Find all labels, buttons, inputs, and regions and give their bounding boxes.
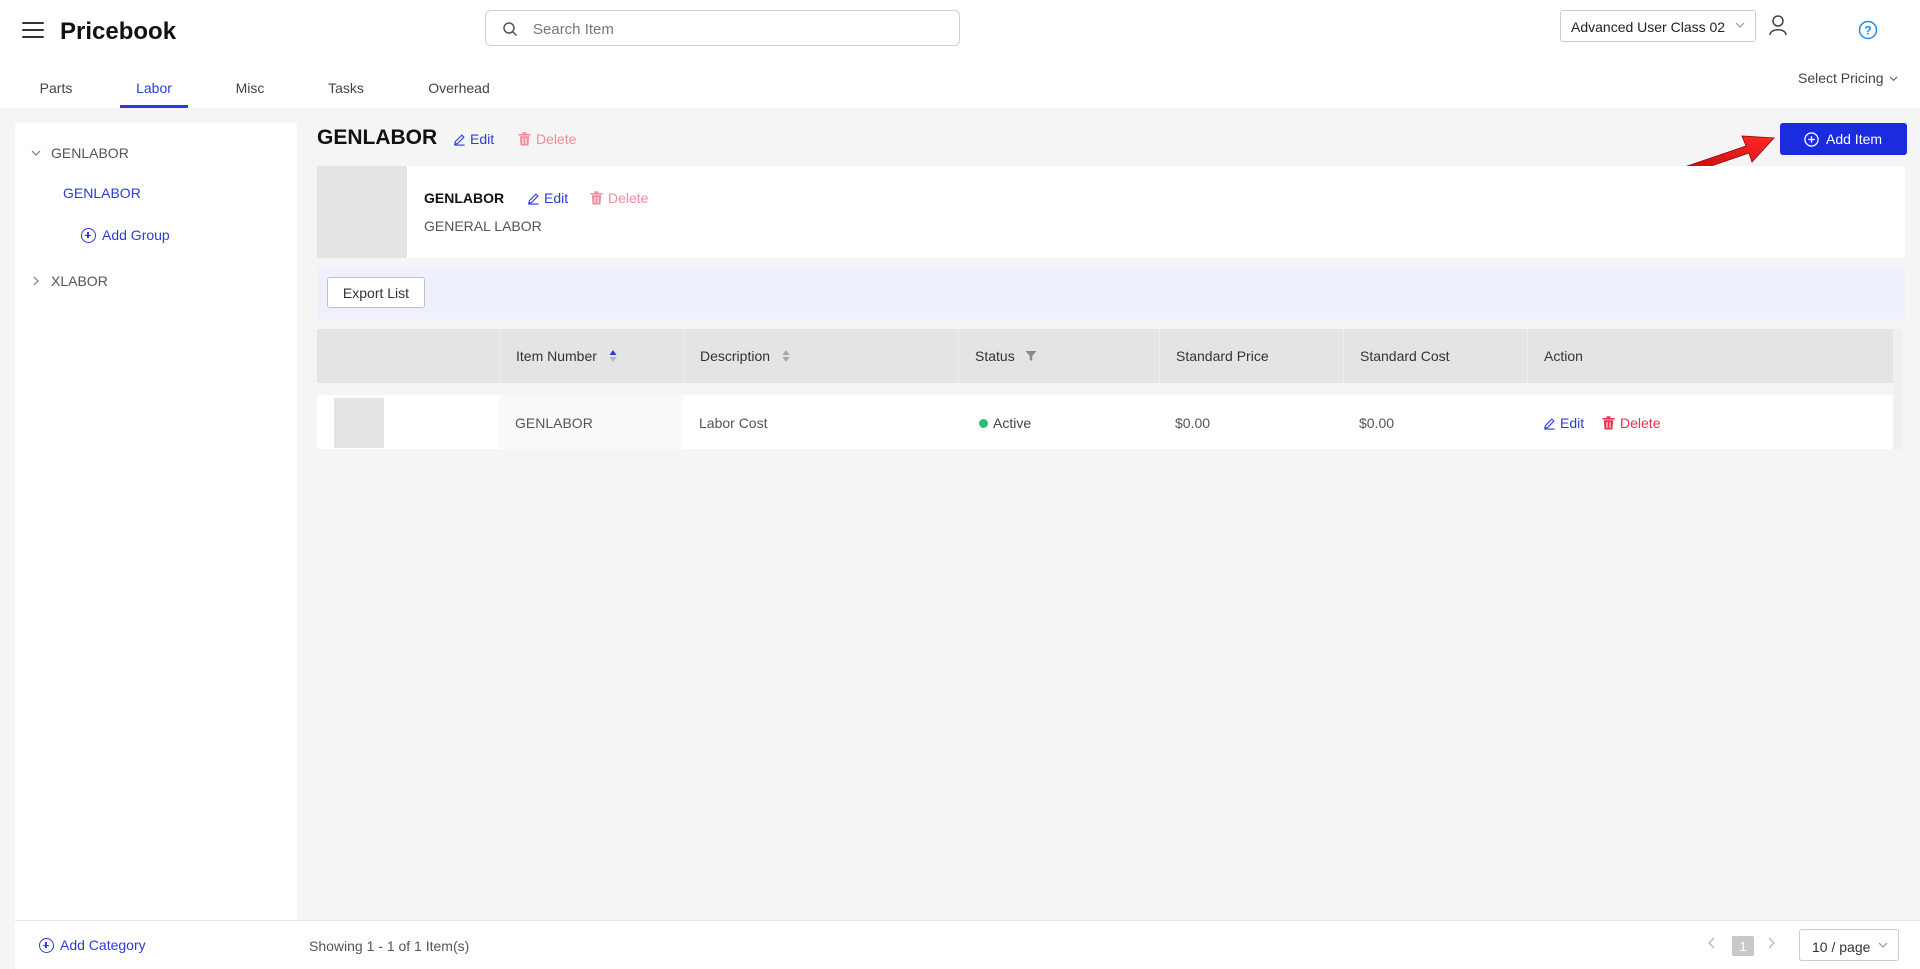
chevron-left-icon[interactable]	[1707, 936, 1717, 950]
cell-standard-cost: $0.00	[1359, 415, 1395, 431]
edit-icon	[1544, 418, 1555, 430]
table-header: Item Number Description Status Standard …	[317, 329, 1893, 383]
tree-category-label: GENLABOR	[51, 145, 129, 161]
group-description: GENERAL LABOR	[424, 218, 542, 234]
trash-icon	[1602, 416, 1615, 430]
trash-icon	[590, 191, 603, 205]
add-item-label: Add Item	[1826, 131, 1883, 147]
plus-circle-icon	[81, 228, 96, 243]
header-label: Item Number	[516, 348, 597, 364]
table-scrollbar[interactable]	[1893, 329, 1903, 449]
group-name: GENLABOR	[424, 190, 505, 206]
select-pricing-label: Select Pricing	[1798, 70, 1884, 86]
tree-category-xlabor[interactable]: XLABOR	[31, 273, 108, 289]
tree-category-label: XLABOR	[51, 273, 108, 289]
svg-text:?: ?	[1864, 24, 1871, 38]
cell-description: Labor Cost	[699, 415, 768, 431]
category-edit-label: Edit	[470, 131, 495, 147]
header-item-number[interactable]: Item Number	[499, 329, 683, 383]
category-sidebar: GENLABOR GENLABOR Add Group XLABOR Add C…	[15, 123, 297, 969]
plus-circle-icon	[39, 938, 54, 953]
tab-misc[interactable]: Misc	[234, 68, 266, 108]
edit-icon	[528, 193, 539, 205]
group-edit-label: Edit	[544, 190, 569, 206]
tree-group-genlabor[interactable]: GENLABOR	[63, 185, 141, 201]
edit-icon	[454, 134, 465, 146]
user-class-value: Advanced User Class 02	[1571, 19, 1726, 35]
category-delete-label: Delete	[536, 131, 577, 147]
header-standard-price: Standard Price	[1159, 329, 1343, 383]
select-pricing-dropdown[interactable]: Select Pricing	[1798, 70, 1898, 86]
search-input[interactable]	[533, 18, 933, 40]
add-category-label: Add Category	[60, 937, 146, 953]
header-label: Status	[975, 348, 1015, 364]
cell-standard-price: $0.00	[1175, 415, 1211, 431]
sort-icon[interactable]	[782, 349, 790, 363]
chevron-right-icon	[33, 276, 39, 286]
tab-parts[interactable]: Parts	[39, 68, 73, 108]
tab-tasks[interactable]: Tasks	[326, 68, 366, 108]
add-item-button[interactable]: Add Item	[1780, 123, 1907, 155]
header-description[interactable]: Description	[683, 329, 958, 383]
tree-category-genlabor[interactable]: GENLABOR	[31, 145, 129, 161]
tab-bar: Parts Labor Misc Tasks Overhead	[0, 68, 600, 108]
tab-labor[interactable]: Labor	[120, 68, 188, 108]
table-row: GENLABOR Labor Cost Active $0.00 $0.00 E…	[317, 395, 1893, 449]
row-edit-button[interactable]: Edit	[1543, 415, 1584, 431]
search-box[interactable]	[485, 10, 960, 46]
category-title: GENLABOR	[317, 126, 438, 149]
row-delete-button[interactable]: Delete	[1602, 415, 1660, 431]
user-class-select[interactable]: Advanced User Class 02	[1560, 10, 1756, 42]
header-action: Action	[1527, 329, 1893, 383]
cell-item-number: GENLABOR	[499, 395, 683, 449]
page-size-value: 10 / page	[1812, 939, 1871, 955]
showing-count: Showing 1 - 1 of 1 Item(s)	[309, 938, 470, 954]
header-status[interactable]: Status	[958, 329, 1159, 383]
cell-action: Edit Delete	[1527, 395, 1893, 449]
chevron-down-icon	[1735, 22, 1745, 28]
export-toolbar: Export List	[317, 267, 1905, 319]
page-number-current[interactable]: 1	[1732, 936, 1754, 956]
group-image-placeholder	[317, 166, 407, 258]
category-edit-button[interactable]: Edit	[453, 131, 494, 147]
row-delete-label: Delete	[1620, 415, 1661, 431]
add-category-button[interactable]: Add Category	[39, 937, 146, 953]
chevron-right-icon[interactable]	[1766, 936, 1776, 950]
tab-overhead[interactable]: Overhead	[427, 68, 491, 108]
user-icon[interactable]	[1768, 14, 1788, 36]
status-label: Active	[993, 415, 1032, 431]
trash-icon	[518, 132, 531, 146]
cell-status: Active	[958, 395, 1159, 449]
app-title: Pricebook	[60, 18, 177, 45]
menu-icon[interactable]	[22, 22, 44, 40]
add-group-button[interactable]: Add Group	[81, 227, 170, 243]
group-delete-button[interactable]: Delete	[590, 190, 648, 206]
group-card: GENLABOR Edit Delete GENERAL LABOR	[317, 166, 1905, 258]
header-label: Description	[700, 348, 771, 364]
sidebar-footer: Add Category	[15, 920, 297, 969]
row-edit-label: Edit	[1560, 415, 1585, 431]
page-size-select[interactable]: 10 / page	[1799, 929, 1899, 961]
add-group-label: Add Group	[102, 227, 170, 243]
chevron-down-icon	[1878, 942, 1888, 948]
top-bar: Pricebook Advanced User Class 02 ? Parts…	[0, 0, 1920, 108]
group-edit-button[interactable]: Edit	[527, 190, 568, 206]
export-list-button[interactable]: Export List	[327, 277, 425, 308]
sort-icon[interactable]	[609, 349, 617, 363]
category-delete-button[interactable]: Delete	[518, 131, 576, 147]
help-icon[interactable]: ?	[1858, 20, 1878, 40]
status-dot	[979, 419, 988, 428]
item-image-placeholder	[334, 398, 384, 448]
group-delete-label: Delete	[608, 190, 649, 206]
header-standard-cost: Standard Cost	[1343, 329, 1527, 383]
pagination-bar: Showing 1 - 1 of 1 Item(s) 1 10 / page	[297, 920, 1920, 969]
chevron-down-icon	[1890, 76, 1898, 82]
search-icon	[503, 22, 518, 37]
plus-circle-icon	[1804, 132, 1819, 147]
filter-icon[interactable]	[1025, 350, 1037, 362]
chevron-down-icon	[31, 150, 41, 156]
